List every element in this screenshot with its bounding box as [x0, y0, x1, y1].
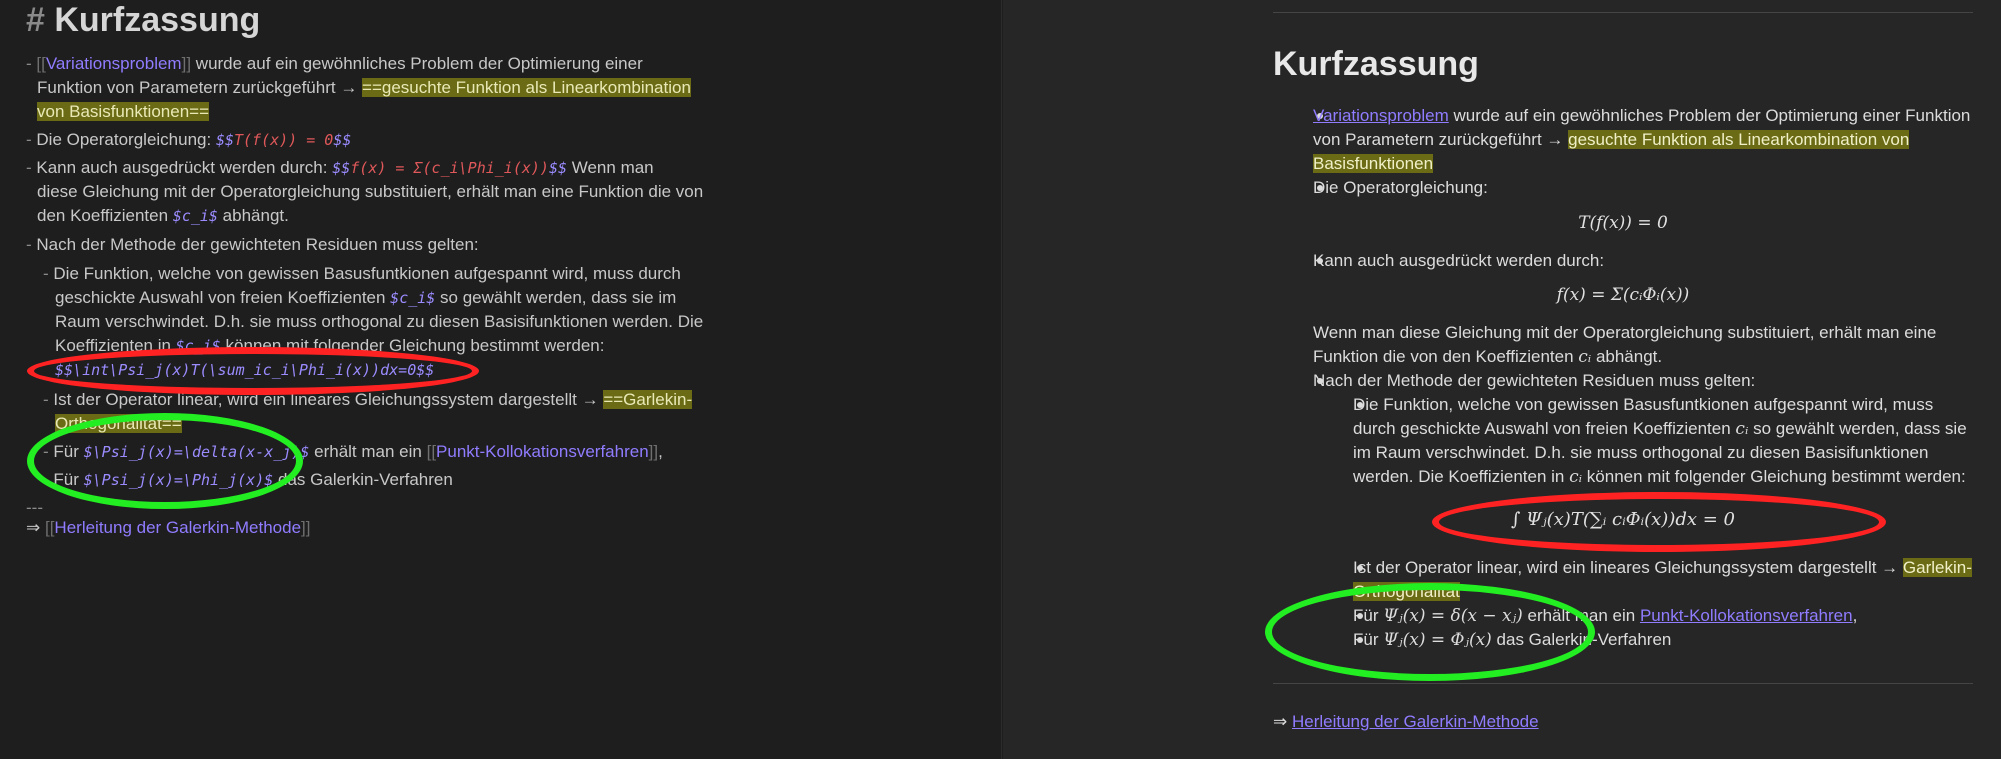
formula-galerkin-integral: ∫ Ψⱼ(x)T(∑ᵢ cᵢΦᵢ(x))dx = 0: [1510, 509, 1735, 530]
editor-line[interactable]: ⇒ [[Herleitung der Galerkin-Methode]]: [26, 516, 311, 540]
reading-line: Wenn man diese Gleichung mit der Operato…: [1313, 323, 1937, 342]
reading-line: Nach der Methode der gewichteten Residue…: [1313, 371, 1756, 390]
editor-line[interactable]: - Nach der Methode der gewichteten Resid…: [26, 233, 479, 257]
reading-line: Orthogonalität: [1353, 580, 1460, 604]
reading-line: Ist der Operator linear, wird ein linear…: [1353, 558, 1972, 577]
reading-highlight: Garlekin-: [1902, 558, 1972, 577]
editor-line[interactable]: Raum verschwindet. D.h. sie muss orthogo…: [55, 310, 703, 334]
reading-link-kollokation[interactable]: Punkt-Kollokationsverfahren: [1640, 606, 1853, 625]
editor-line[interactable]: - Die Operatorgleichung: $$T(f(x)) = 0$$: [26, 128, 351, 152]
reading-highlight: Basisfunktionen: [1313, 154, 1434, 173]
reading-line: Die Operatorgleichung:: [1313, 178, 1488, 197]
editor-highlight: ==Garlekin-: [603, 390, 693, 409]
reading-highlight: gesuchte Funktion als Linearkombination …: [1568, 130, 1910, 149]
reading-line: Kann auch ausgedrückt werden durch:: [1313, 251, 1605, 270]
reading-line: werden. Die Koeffizienten in cᵢ können m…: [1353, 467, 1966, 487]
editor-heading[interactable]: # Kurfzassung: [26, 0, 260, 40]
editor-line[interactable]: Funktion von Parametern zurückgeführt → …: [37, 76, 691, 100]
reading-line: von Parametern zurückgeführt → gesuchte …: [1313, 130, 1910, 149]
editor-link-kollokation[interactable]: Punkt-Kollokationsverfahren: [436, 442, 649, 461]
reading-link-variationsproblem[interactable]: Variationsproblem: [1313, 106, 1449, 125]
editor-line[interactable]: - Ist der Operator linear, wird ein line…: [43, 388, 693, 412]
reading-line: ⇒ Herleitung der Galerkin-Methode: [1273, 712, 1539, 731]
editor-link-herleitung[interactable]: Herleitung der Galerkin-Methode: [54, 518, 301, 537]
reading-line: Für Ψⱼ(x) = δ(x − xⱼ) erhält man ein Pun…: [1353, 606, 1858, 626]
reading-line: Die Funktion, welche von gewissen Basusf…: [1353, 395, 1934, 414]
editor-highlight: ==gesuchte Funktion als Linearkombinatio…: [362, 78, 691, 97]
reading-line: Variationsproblem wurde auf ein gewöhnli…: [1313, 106, 1971, 125]
editor-highlight: von Basisfunktionen==: [37, 102, 210, 121]
editor-line[interactable]: - Für $\Psi_j(x)=\Phi_j(x)$ das Galerkin…: [43, 468, 453, 492]
reading-line: Für Ψⱼ(x) = Φⱼ(x) das Galerkin-Verfahren: [1353, 630, 1672, 650]
editor-line[interactable]: von Basisfunktionen==: [37, 100, 210, 124]
reading-link-herleitung[interactable]: Herleitung der Galerkin-Methode: [1292, 712, 1539, 731]
reading-line: Basisfunktionen: [1313, 152, 1434, 176]
editor-line[interactable]: diese Gleichung mit der Operatorgleichun…: [37, 180, 703, 204]
editor-line[interactable]: - Für $\Psi_j(x)=\delta(x-x_j)$ erhält m…: [43, 440, 663, 464]
reading-heading: Kurfzassung: [1273, 45, 1479, 83]
editor-line[interactable]: - Kann auch ausgedrückt werden durch: $$…: [26, 156, 654, 180]
reading-line: im Raum verschwindet. D.h. sie muss orth…: [1353, 443, 1929, 462]
reading-line: Funktion die von den Koeffizienten cᵢ ab…: [1313, 347, 1663, 367]
editor-line[interactable]: Orthogonalität==: [55, 412, 182, 436]
editor-line[interactable]: geschickte Auswahl von freien Koeffizien…: [55, 286, 676, 310]
editor-line[interactable]: $$\int\Psi_j(x)T(\sum_ic_i\Phi_i(x))dx=0…: [55, 358, 434, 382]
reading-highlight: Orthogonalität: [1353, 582, 1460, 601]
editor-line[interactable]: - Die Funktion, welche von gewissen Basu…: [43, 262, 681, 286]
reading-line: durch geschickte Auswahl von freien Koef…: [1353, 419, 1967, 439]
editor-math-block: $$\int\Psi_j(x)T(\sum_ic_i\Phi_i(x))dx=0…: [55, 361, 435, 379]
editor-highlight: Orthogonalität==: [55, 414, 182, 433]
reading-top-divider: [1273, 12, 1973, 13]
reading-divider: [1273, 683, 1973, 684]
formula-operator: T(f(x)) = 0: [1578, 213, 1668, 233]
editor-line[interactable]: Koeffizienten in $c_i$ können mit folgen…: [55, 334, 604, 358]
editor-line[interactable]: - [[Variationsproblem]] wurde auf ein ge…: [26, 52, 643, 76]
editor-link-variationsproblem[interactable]: Variationsproblem: [46, 54, 182, 73]
editor-line[interactable]: den Koeffizienten $c_i$ abhängt.: [37, 204, 289, 228]
formula-linear-combination: f(x) = Σ(cᵢΦᵢ(x)): [1556, 285, 1690, 305]
